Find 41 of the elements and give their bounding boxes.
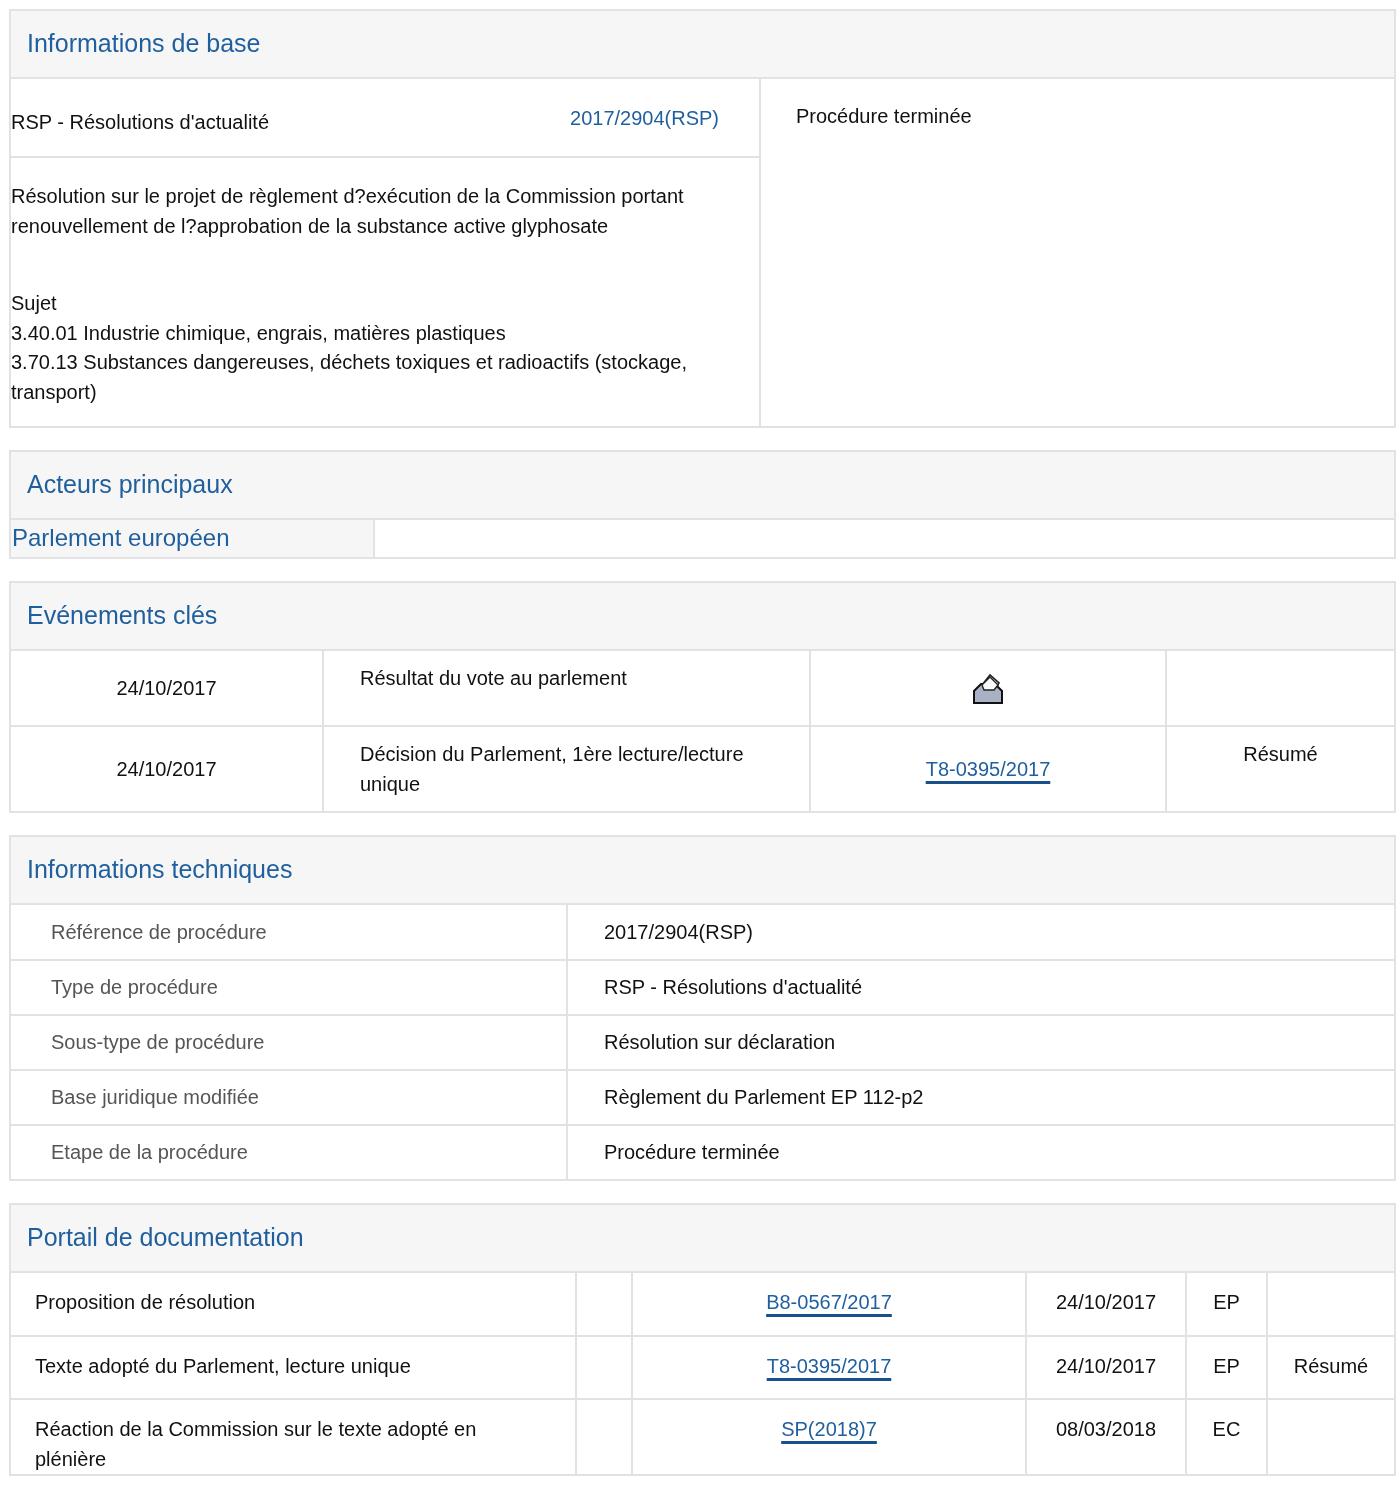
link[interactable]: T8-0395/2017 bbox=[925, 757, 1051, 780]
field-value: Règlement du Parlement EP 112-p2 bbox=[604, 1086, 924, 1109]
subject-item: 3.70.13 Substances dangereuses, déchets toxiques et radioactifs (stockage, transport) bbox=[11, 350, 688, 405]
event-date: 24/10/2017 bbox=[116, 757, 217, 780]
summary-text: Résumé bbox=[1243, 742, 1318, 765]
status-text: Procédure terminée bbox=[796, 105, 972, 127]
document-date: 24/10/2017 bbox=[1055, 1290, 1157, 1313]
document-source: EP bbox=[1213, 1354, 1240, 1377]
section-title: Informations de base bbox=[27, 28, 261, 60]
field-label: Base juridique modifiée bbox=[51, 1086, 259, 1109]
section-title: Evénements clés bbox=[27, 599, 218, 631]
document-title: Proposition de résolution bbox=[35, 1290, 256, 1313]
link[interactable]: B8-0567/2017 bbox=[766, 1290, 892, 1313]
document-source: EP bbox=[1213, 1290, 1240, 1313]
section-title: Informations techniques bbox=[27, 853, 293, 885]
field-value: Procédure terminée bbox=[604, 1141, 780, 1164]
document-source: EC bbox=[1212, 1417, 1241, 1440]
summary-text: Résumé bbox=[1293, 1354, 1369, 1377]
document-date: 24/10/2017 bbox=[1055, 1354, 1157, 1377]
document-date: 08/03/2018 bbox=[1055, 1417, 1157, 1440]
event-text: Résultat du vote au parlement bbox=[360, 666, 627, 689]
document-title: Réaction de la Commission sur le texte adopté en plénière bbox=[35, 1417, 477, 1470]
document-title: Texte adopté du Parlement, lecture unique bbox=[35, 1354, 411, 1377]
field-value: 2017/2904(RSP) bbox=[604, 920, 753, 943]
event-date: 24/10/2017 bbox=[116, 676, 217, 699]
field-label: Type de procédure bbox=[51, 976, 218, 999]
description: Résolution sur le projet de règlement d?exécution de la Commission portant renouvellement de l?approbation de la substance active glyphosate bbox=[11, 184, 685, 239]
link[interactable]: 2017/2904(RSP) bbox=[570, 103, 719, 156]
field-label: Etape de la procédure bbox=[51, 1141, 248, 1164]
field-value: Résolution sur déclaration bbox=[604, 1031, 836, 1054]
link[interactable]: T8-0395/2017 bbox=[766, 1354, 892, 1377]
field-label: Référence de procédure bbox=[51, 920, 267, 943]
section-title: Portail de documentation bbox=[27, 1221, 304, 1253]
procedure-type: RSP - Résolutions d'actualité bbox=[11, 110, 270, 135]
section-title: Acteurs principaux bbox=[27, 468, 233, 500]
link[interactable]: SP(2018)7 bbox=[781, 1417, 877, 1440]
field-value: RSP - Résolutions d'actualité bbox=[604, 976, 863, 999]
field-label: Sous-type de procédure bbox=[51, 1031, 265, 1054]
event-text: Décision du Parlement, 1ère lecture/lecture unique bbox=[360, 742, 744, 795]
subject-label: Sujet bbox=[11, 291, 58, 317]
subject-item: 3.40.01 Industrie chimique, engrais, matières plastiques bbox=[11, 320, 507, 346]
